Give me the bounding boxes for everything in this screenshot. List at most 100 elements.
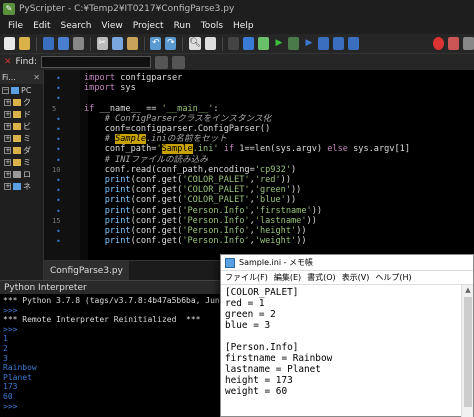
expand-icon[interactable]: + [4,110,11,118]
console-line: >>> [3,401,18,411]
clear-breakpoints-icon[interactable] [448,37,460,50]
file-explorer-panel: Fi... ✕ − PC + ク + ド + ビ + ミ + ダ + ミ + ロ [0,70,44,280]
console-line: 2 [3,344,8,353]
expand-icon[interactable]: + [4,134,11,142]
code-line[interactable]: • print(conf.get('Person.Info','weight')… [44,236,474,247]
notepad-line: [COLOR_PALET] [225,287,299,298]
syntax-check-icon[interactable] [258,37,270,50]
notepad-line: lastname = Planet [225,364,321,375]
redo-icon[interactable]: ↷ [165,37,177,50]
notepad-title: Sample.ini - メモ帳 [239,258,314,267]
save-icon[interactable] [42,37,54,50]
code-editor[interactable]: • import configparser • import sys • 5 if __na… [44,70,474,260]
notepad-text-area[interactable]: [COLOR_PALET] red = 1 green = 2 blue = 3 [Pe… [221,285,461,417]
menu-run[interactable]: Run [174,21,191,31]
expand-icon[interactable]: + [4,146,11,154]
line-marker-icon: • [56,237,61,247]
collapse-icon[interactable]: − [2,86,9,94]
expand-icon[interactable]: + [4,98,11,106]
folder-icon [13,134,21,142]
save-all-icon[interactable] [57,37,69,50]
expand-icon[interactable]: + [4,182,11,190]
debug-icon[interactable]: ▶ [303,37,314,50]
notepad-menu-format[interactable]: 書式(O) [307,272,336,283]
step-out-icon[interactable] [348,37,360,50]
notepad-icon [225,257,235,268]
menu-edit[interactable]: Edit [33,21,50,31]
window-title: PyScripter - C:¥Temp2¥IT0217¥ConfigParse… [19,4,235,14]
scroll-up-icon[interactable]: ▲ [462,285,474,295]
tree-item-folder[interactable]: + ダ [0,144,43,156]
tree-item-folder[interactable]: + ミ [0,156,43,168]
folder-icon [13,110,21,118]
tree-item-folder[interactable]: + ク [0,96,43,108]
notepad-menu-help[interactable]: ヘルプ(H) [375,272,411,283]
toolbar-divider [221,36,223,51]
new-file-icon[interactable] [4,37,15,50]
paste-icon[interactable] [126,37,138,50]
console-line: 173 [3,382,18,392]
close-panel-icon[interactable]: ✕ [33,73,40,82]
notepad-menu-view[interactable]: 表示(V) [342,272,370,283]
console-line: 3 [3,353,8,363]
open-folder-icon[interactable] [18,37,30,50]
find-next-icon[interactable] [155,55,169,69]
console-line: >>> [3,305,18,315]
notepad-line: height = 173 [225,375,293,386]
folder-icon [13,158,21,166]
console-line: 1 [3,334,8,344]
find-input[interactable] [41,56,152,68]
drive-icon [13,170,21,178]
notepad-menu-file[interactable]: ファイル(F) [225,272,268,283]
toolbar-divider [35,36,37,51]
notepad-menu-edit[interactable]: 編集(E) [274,272,301,283]
code-text: print(conf.get('Person.Info','weight')) [104,236,307,247]
find-icon[interactable]: 🔍︎ [189,37,201,50]
console-line: >>> [3,324,18,334]
tree-item-folder[interactable]: + ミ [0,132,43,144]
menu-help[interactable]: Help [233,21,254,31]
notepad-line: blue = 3 [225,320,271,331]
menu-file[interactable]: File [8,21,23,31]
menu-search[interactable]: Search [61,21,92,31]
toolbar: ✂ ↶ ↷ 🔍︎ ▶ ▶ [0,34,474,54]
expand-icon[interactable]: + [4,158,11,166]
menu-tools[interactable]: Tools [201,21,223,31]
notepad-title-bar: Sample.ini - メモ帳 [221,255,473,271]
folder-icon [13,98,21,106]
external-run-icon[interactable] [288,37,300,50]
menu-project[interactable]: Project [133,21,164,31]
console-line: 60 [3,392,13,401]
tree-item-folder[interactable]: + ビ [0,120,43,132]
tree-item-pc[interactable]: − PC [0,84,43,96]
tab-configparse3[interactable]: ConfigParse3.py [44,261,129,281]
cut-icon[interactable]: ✂ [96,37,108,50]
notepad-window: Sample.ini - メモ帳 ファイル(F) 編集(E) 書式(O) 表示(… [220,254,474,417]
print-icon[interactable] [72,37,84,50]
abort-icon[interactable] [463,37,474,50]
console-line: Rainbow [3,363,37,373]
find-previous-icon[interactable] [172,55,186,69]
notepad-scrollbar[interactable]: ▲ [461,285,473,417]
expand-icon[interactable]: + [4,122,11,130]
step-over-icon[interactable] [333,37,345,50]
copy-icon[interactable] [111,37,123,50]
tree-item-network[interactable]: + ネ [0,180,43,192]
console-line: *** Remote Interpreter Reinitialized *** [3,315,201,325]
tree-item-drive[interactable]: + ロ [0,168,43,180]
run-icon[interactable]: ▶ [273,37,284,50]
chat-icon[interactable] [243,37,255,50]
replace-icon[interactable] [204,37,216,50]
folder-icon [13,122,21,130]
close-find-icon[interactable]: ✕ [4,57,12,67]
menu-view[interactable]: View [101,21,122,31]
step-into-icon[interactable] [318,37,330,50]
breakpoint-icon[interactable] [433,37,445,50]
notepad-line: firstname = Rainbow [225,353,333,364]
scrollbar-thumb[interactable] [464,297,472,407]
python-icon[interactable] [228,37,240,50]
expand-icon[interactable]: + [4,170,11,178]
network-icon [13,182,21,190]
undo-icon[interactable]: ↶ [150,37,162,50]
tree-item-folder[interactable]: + ド [0,108,43,120]
